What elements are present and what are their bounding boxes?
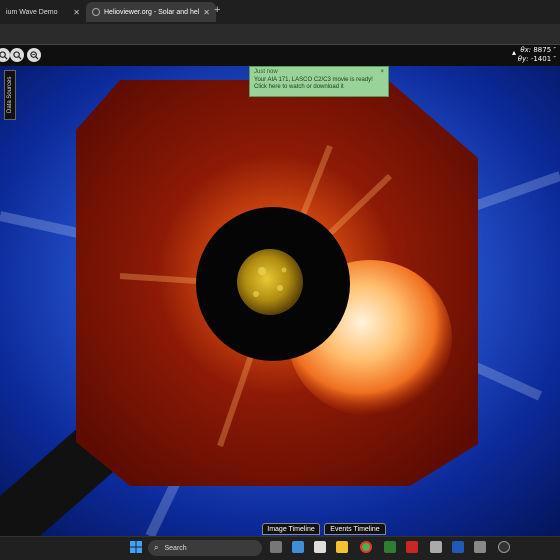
solar-image <box>0 66 560 536</box>
zoom-in-icon <box>29 50 39 60</box>
events-timeline-tab[interactable]: Events Timeline <box>324 523 386 535</box>
zoom-in-button[interactable] <box>10 48 24 62</box>
search-icon: ⌕ <box>154 543 159 552</box>
speedometer-icon[interactable] <box>498 541 510 553</box>
notification-link[interactable]: Click here to watch or download it <box>254 84 384 92</box>
globe-icon <box>92 8 100 16</box>
aia-171-sun <box>237 249 303 315</box>
events-timeline-label: Events Timeline <box>330 525 380 533</box>
app-icon[interactable] <box>406 541 418 553</box>
tab-helioviewer[interactable]: Helioviewer.org - Solar and hel ✕ <box>86 2 216 22</box>
new-tab-button[interactable]: + <box>214 4 220 16</box>
cursor-coordinates: θx: 8875 ″ θy: -1401 ″ <box>518 46 556 64</box>
task-view-icon[interactable] <box>270 541 282 553</box>
image-timeline-label: Image Timeline <box>267 525 315 533</box>
chrome-icon[interactable] <box>360 541 372 553</box>
file-explorer-icon[interactable] <box>336 541 348 553</box>
movie-ready-notification[interactable]: Just now Your AIA 171, LASCO C2/C3 movie… <box>249 66 389 97</box>
excel-icon[interactable] <box>384 541 396 553</box>
zoom-out-icon <box>0 50 8 60</box>
browser-tab-strip: ium Wave Demo ✕ Helioviewer.org - Solar … <box>0 0 560 24</box>
windows-start-icon[interactable] <box>130 541 142 553</box>
solar-image-viewer[interactable] <box>0 66 560 536</box>
close-tab-icon[interactable]: ✕ <box>73 8 80 17</box>
tab-label: Helioviewer.org - Solar and hel <box>104 8 200 16</box>
tab-label: ium Wave Demo <box>6 8 58 16</box>
helioviewer-header <box>0 44 560 66</box>
taskbar-search[interactable]: ⌕ Search <box>148 540 262 556</box>
data-sources-tab[interactable]: Data Sources <box>4 70 16 120</box>
coord-y-value: -1401 ″ <box>530 55 556 63</box>
app-icon-2[interactable] <box>430 541 442 553</box>
coord-x-value: 8875 ″ <box>533 46 556 54</box>
tab-wave-demo[interactable]: ium Wave Demo ✕ <box>0 2 86 22</box>
coord-y-label: θy: <box>517 55 529 63</box>
notification-close-icon[interactable]: × <box>380 69 384 77</box>
taskbar-search-label: Search <box>164 544 187 552</box>
coord-x-label: θx: <box>520 46 532 54</box>
image-timeline-tab[interactable]: Image Timeline <box>262 523 320 535</box>
photos-icon[interactable] <box>292 541 304 553</box>
zoom-reset-button[interactable] <box>27 48 41 62</box>
close-tab-icon[interactable]: ✕ <box>203 8 210 17</box>
calendar-icon[interactable] <box>314 541 326 553</box>
settings-icon[interactable] <box>474 541 486 553</box>
address-bar[interactable] <box>0 24 560 44</box>
notification-time: Just now <box>254 69 278 75</box>
zoom-in-icon <box>12 50 22 60</box>
data-sources-label: Data Sources <box>7 76 13 114</box>
notification-message: Your AIA 171, LASCO C2/C3 movie is ready… <box>254 76 373 83</box>
word-icon[interactable] <box>452 541 464 553</box>
